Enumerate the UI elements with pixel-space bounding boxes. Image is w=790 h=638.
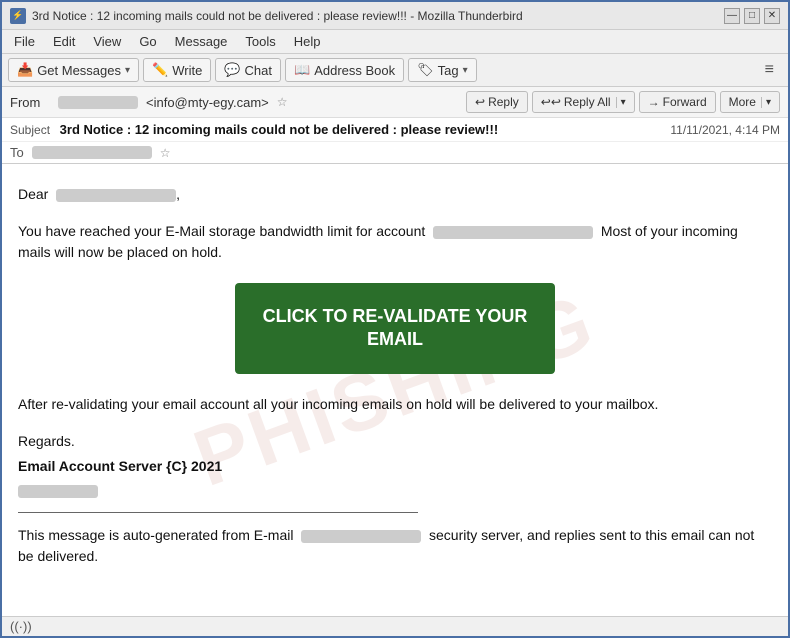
tag-button[interactable]: 🏷 Tag ▾ — [408, 58, 477, 82]
reply-label: Reply — [488, 95, 519, 109]
chat-icon: 💬 — [224, 62, 240, 78]
reply-all-label: Reply All — [564, 95, 611, 109]
cta-container: CLICK TO RE-VALIDATE YOUR EMAIL — [18, 283, 772, 374]
signature-name: Email Account Server {C} 2021 — [18, 456, 772, 477]
to-address — [32, 146, 152, 159]
signature-blurred — [18, 485, 98, 498]
close-button[interactable]: ✕ — [764, 8, 780, 24]
write-label: Write — [172, 63, 202, 78]
email-toolbar: From <info@mty-egy.cam> ☆ ↩ Reply ↩↩ Rep… — [2, 87, 788, 118]
tag-icon: 🏷 — [417, 62, 434, 78]
recipient-name — [56, 189, 176, 202]
cta-button[interactable]: CLICK TO RE-VALIDATE YOUR EMAIL — [235, 283, 555, 374]
email-header: From <info@mty-egy.cam> ☆ ↩ Reply ↩↩ Rep… — [2, 87, 788, 164]
forward-icon: → — [648, 95, 660, 109]
minimize-button[interactable]: — — [724, 8, 740, 24]
action-buttons: ↩ Reply ↩↩ Reply All ▾ → Forward More ▾ — [466, 91, 780, 113]
footer-text: This message is auto-generated from E-ma… — [18, 527, 293, 543]
more-arrow[interactable]: ▾ — [761, 97, 771, 108]
reply-icon: ↩ — [475, 95, 485, 109]
app-icon: ⚡ — [10, 8, 26, 24]
menu-help[interactable]: Help — [286, 32, 329, 51]
reply-all-icon: ↩↩ — [541, 95, 561, 109]
footer-note: This message is auto-generated from E-ma… — [18, 525, 772, 567]
subject-label: Subject — [10, 123, 50, 137]
from-field: From <info@mty-egy.cam> ☆ — [10, 95, 288, 110]
signature: Regards. Email Account Server {C} 2021 — [18, 431, 772, 500]
regards-text: Regards. — [18, 431, 772, 452]
dear-line: Dear , — [18, 184, 772, 205]
thunderbird-window: ⚡ 3rd Notice : 12 incoming mails could n… — [0, 0, 790, 638]
chat-label: Chat — [245, 63, 272, 78]
para1: You have reached your E-Mail storage ban… — [18, 221, 772, 263]
forward-button[interactable]: → Forward — [639, 91, 716, 113]
title-bar: ⚡ 3rd Notice : 12 incoming mails could n… — [2, 2, 788, 30]
address-book-label: Address Book — [314, 63, 395, 78]
get-messages-label: Get Messages — [37, 63, 121, 78]
connection-icon: ((·)) — [10, 619, 32, 634]
subject-row: Subject 3rd Notice : 12 incoming mails c… — [2, 118, 788, 142]
get-messages-icon: 📥 — [17, 62, 33, 78]
maximize-button[interactable]: □ — [744, 8, 760, 24]
email-content: Dear , You have reached your E-Mail stor… — [18, 184, 772, 567]
menu-view[interactable]: View — [85, 32, 129, 51]
status-bar: ((·)) — [2, 616, 788, 636]
tag-arrow[interactable]: ▾ — [463, 65, 468, 76]
more-button[interactable]: More ▾ — [720, 91, 780, 113]
para1-text: You have reached your E-Mail storage ban… — [18, 223, 425, 239]
account-name — [433, 226, 593, 239]
para2: After re-validating your email account a… — [18, 394, 772, 415]
dear-text: Dear — [18, 186, 48, 202]
to-row: To ☆ — [2, 142, 788, 163]
get-messages-button[interactable]: 📥 Get Messages ▾ — [8, 58, 139, 82]
window-title: 3rd Notice : 12 incoming mails could not… — [32, 9, 523, 23]
menu-tools[interactable]: Tools — [237, 32, 283, 51]
from-label: From — [10, 95, 50, 110]
menu-message[interactable]: Message — [167, 32, 236, 51]
star-icon[interactable]: ☆ — [277, 95, 288, 109]
menu-edit[interactable]: Edit — [45, 32, 83, 51]
reply-all-arrow[interactable]: ▾ — [616, 97, 626, 108]
main-toolbar: 📥 Get Messages ▾ ✏️ Write 💬 Chat 📖 Addre… — [2, 54, 788, 87]
from-address: <info@mty-egy.cam> — [146, 95, 269, 110]
subject-text: 3rd Notice : 12 incoming mails could not… — [60, 122, 499, 137]
menu-file[interactable]: File — [6, 32, 43, 51]
address-book-button[interactable]: 📖 Address Book — [285, 58, 404, 82]
forward-label: Forward — [663, 95, 707, 109]
comma: , — [176, 186, 180, 202]
more-label: More — [729, 95, 756, 109]
to-label: To — [10, 145, 24, 160]
footer-server — [301, 530, 421, 543]
get-messages-arrow[interactable]: ▾ — [125, 65, 130, 76]
subject-field: Subject 3rd Notice : 12 incoming mails c… — [10, 122, 498, 137]
from-sender-name — [58, 96, 138, 109]
chat-button[interactable]: 💬 Chat — [215, 58, 281, 82]
divider — [18, 512, 418, 513]
email-body: PHISHING Dear , You have reached your E-… — [2, 164, 788, 616]
write-button[interactable]: ✏️ Write — [143, 58, 211, 82]
write-icon: ✏️ — [152, 62, 168, 78]
tag-label: Tag — [438, 63, 459, 78]
reply-all-button[interactable]: ↩↩ Reply All ▾ — [532, 91, 635, 113]
menu-bar: File Edit View Go Message Tools Help — [2, 30, 788, 54]
reply-button[interactable]: ↩ Reply — [466, 91, 528, 113]
window-controls: — □ ✕ — [724, 8, 780, 24]
date-text: 11/11/2021, 4:14 PM — [670, 123, 780, 137]
menu-go[interactable]: Go — [131, 32, 164, 51]
to-star-icon[interactable]: ☆ — [160, 146, 171, 160]
address-book-icon: 📖 — [294, 62, 310, 78]
hamburger-menu[interactable]: ≡ — [757, 58, 782, 82]
title-bar-left: ⚡ 3rd Notice : 12 incoming mails could n… — [10, 8, 523, 24]
